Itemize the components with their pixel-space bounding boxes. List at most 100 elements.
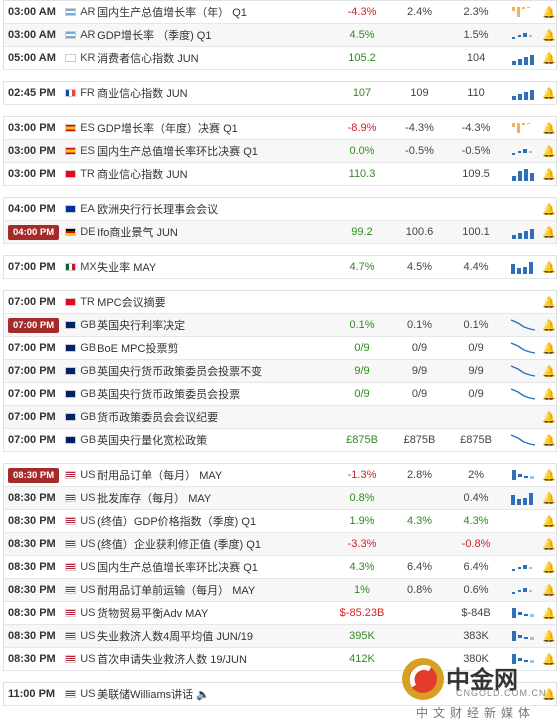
- history-sparkline-icon[interactable]: [510, 295, 536, 309]
- bell-icon[interactable]: 🔔: [542, 561, 556, 574]
- history-sparkline-icon[interactable]: [510, 583, 536, 597]
- bell-icon[interactable]: 🔔: [542, 203, 556, 216]
- event-row[interactable]: 07:00 PM MX 失业率 MAY 4.7% 4.5% 4.4% 🔔: [4, 256, 556, 279]
- event-name[interactable]: 消费者信心指数 JUN: [97, 50, 333, 66]
- event-row[interactable]: 07:00 PM GB 英国央行量化宽松政策 £875B £875B £875B…: [4, 429, 556, 452]
- bell-icon[interactable]: 🔔: [542, 296, 556, 309]
- event-name[interactable]: 耐用品订单前运输（每月） MAY: [97, 582, 333, 598]
- bell-icon[interactable]: 🔔: [542, 434, 556, 447]
- event-row[interactable]: 07:00 PM TR MPC会议摘要 🔔: [4, 291, 556, 314]
- event-row[interactable]: 08:30 PM US 批发库存（每月） MAY 0.8% 0.4% 🔔: [4, 487, 556, 510]
- bell-icon[interactable]: 🔔: [542, 6, 556, 19]
- event-name[interactable]: 国内生产总值增长率环比决赛 Q1: [97, 143, 333, 159]
- event-name[interactable]: 英国央行利率决定: [97, 317, 333, 333]
- event-row[interactable]: 02:45 PM FR 商业信心指数 JUN 107 109 110 🔔: [4, 82, 556, 105]
- history-sparkline-icon[interactable]: [510, 28, 536, 42]
- bell-icon[interactable]: 🔔: [542, 145, 556, 158]
- event-row[interactable]: 08:30 PM US 国内生产总值增长率环比决赛 Q1 4.3% 6.4% 6…: [4, 556, 556, 579]
- event-name[interactable]: GDP增长率（年度）决赛 Q1: [97, 120, 333, 136]
- event-name[interactable]: 英国央行货币政策委员会投票不变: [97, 363, 333, 379]
- bell-icon[interactable]: 🔔: [542, 87, 556, 100]
- bell-icon[interactable]: 🔔: [542, 365, 556, 378]
- event-row[interactable]: 03:00 AM AR GDP增长率 （季度) Q1 4.5% 1.5% 🔔: [4, 24, 556, 47]
- event-name[interactable]: 货币政策委员会会议纪要: [97, 409, 333, 425]
- event-name[interactable]: BoE MPC投票剪: [97, 340, 333, 356]
- event-row[interactable]: 07:00 PM GB 英国央行货币政策委员会投票不变 9/9 9/9 9/9 …: [4, 360, 556, 383]
- event-row[interactable]: 03:00 AM AR 国内生产总值增长率（年） Q1 -4.3% 2.4% 2…: [4, 1, 556, 24]
- bell-icon[interactable]: 🔔: [542, 52, 556, 65]
- event-name[interactable]: MPC会议摘要: [97, 294, 333, 310]
- history-sparkline-icon[interactable]: [510, 433, 536, 447]
- event-name[interactable]: GDP增长率 （季度) Q1: [97, 27, 333, 43]
- event-name[interactable]: 失业救济人数4周平均值 JUN/19: [97, 628, 333, 644]
- event-row[interactable]: 08:30 PM US 失业救济人数4周平均值 JUN/19 395K 383K…: [4, 625, 556, 648]
- event-name[interactable]: Ifo商业景气 JUN: [97, 224, 333, 240]
- bell-icon[interactable]: 🔔: [542, 168, 556, 181]
- history-sparkline-icon[interactable]: [510, 86, 536, 100]
- event-name[interactable]: (终值）企业获利修正值 (季度) Q1: [97, 536, 333, 552]
- event-name[interactable]: 失业率 MAY: [97, 259, 333, 275]
- bell-icon[interactable]: 🔔: [542, 538, 556, 551]
- history-sparkline-icon[interactable]: [510, 629, 536, 643]
- event-row[interactable]: 08:30 PM US 货物贸易平衡Adv MAY $-85.23B $-84B…: [4, 602, 556, 625]
- history-sparkline-icon[interactable]: [510, 364, 536, 378]
- bell-icon[interactable]: 🔔: [542, 226, 556, 239]
- history-sparkline-icon[interactable]: [510, 144, 536, 158]
- event-row[interactable]: 03:00 PM ES 国内生产总值增长率环比决赛 Q1 0.0% -0.5% …: [4, 140, 556, 163]
- event-row[interactable]: 07:00 PM GB 英国央行利率决定 0.1% 0.1% 0.1% 🔔: [4, 314, 556, 337]
- history-sparkline-icon[interactable]: [510, 121, 536, 135]
- event-name[interactable]: 商业信心指数 JUN: [97, 166, 333, 182]
- history-sparkline-icon[interactable]: [510, 491, 536, 505]
- event-name[interactable]: 英国央行货币政策委员会投票: [97, 386, 333, 402]
- history-sparkline-icon[interactable]: [510, 260, 536, 274]
- event-row[interactable]: 07:00 PM GB 货币政策委员会会议纪要 🔔: [4, 406, 556, 429]
- history-sparkline-icon[interactable]: [510, 537, 536, 551]
- bell-icon[interactable]: 🔔: [542, 469, 556, 482]
- history-sparkline-icon[interactable]: [510, 318, 536, 332]
- history-sparkline-icon[interactable]: [510, 468, 536, 482]
- bell-icon[interactable]: 🔔: [542, 319, 556, 332]
- event-name[interactable]: (终值）GDP价格指数（季度) Q1: [97, 513, 333, 529]
- event-name[interactable]: 美联储Williams讲话 🔈: [97, 686, 333, 702]
- event-name[interactable]: 欧洲央行行长理事会会议: [97, 201, 333, 217]
- event-name[interactable]: 耐用品订单（每月） MAY: [97, 467, 333, 483]
- history-sparkline-icon[interactable]: [510, 410, 536, 424]
- event-row[interactable]: 05:00 AM KR 消费者信心指数 JUN 105.2 104 🔔: [4, 47, 556, 70]
- bell-icon[interactable]: 🔔: [542, 515, 556, 528]
- bell-icon[interactable]: 🔔: [542, 29, 556, 42]
- event-row[interactable]: 07:00 PM GB 英国央行货币政策委员会投票 0/9 0/9 0/9 🔔: [4, 383, 556, 406]
- bell-icon[interactable]: 🔔: [542, 411, 556, 424]
- event-name[interactable]: 首次申请失业救济人数 19/JUN: [97, 651, 333, 667]
- event-name[interactable]: 国内生产总值增长率（年） Q1: [97, 4, 333, 20]
- history-sparkline-icon[interactable]: [510, 606, 536, 620]
- bell-icon[interactable]: 🔔: [542, 630, 556, 643]
- event-name[interactable]: 货物贸易平衡Adv MAY: [97, 605, 333, 621]
- event-name[interactable]: 英国央行量化宽松政策: [97, 432, 333, 448]
- history-sparkline-icon[interactable]: [510, 225, 536, 239]
- history-sparkline-icon[interactable]: [510, 560, 536, 574]
- history-sparkline-icon[interactable]: [510, 341, 536, 355]
- event-row[interactable]: 08:30 PM US (终值）GDP价格指数（季度) Q1 1.9% 4.3%…: [4, 510, 556, 533]
- event-row[interactable]: 03:00 PM ES GDP增长率（年度）决赛 Q1 -8.9% -4.3% …: [4, 117, 556, 140]
- speaker-icon[interactable]: 🔈: [196, 689, 210, 701]
- history-sparkline-icon[interactable]: [510, 387, 536, 401]
- history-sparkline-icon[interactable]: [510, 202, 536, 216]
- event-name[interactable]: 商业信心指数 JUN: [97, 85, 333, 101]
- event-name[interactable]: 批发库存（每月） MAY: [97, 490, 333, 506]
- event-row[interactable]: 03:00 PM TR 商业信心指数 JUN 110.3 109.5 🔔: [4, 163, 556, 186]
- event-row[interactable]: 04:00 PM DE Ifo商业景气 JUN 99.2 100.6 100.1…: [4, 221, 556, 244]
- bell-icon[interactable]: 🔔: [542, 342, 556, 355]
- history-sparkline-icon[interactable]: [510, 5, 536, 19]
- event-row[interactable]: 04:00 PM EA 欧洲央行行长理事会会议 🔔: [4, 198, 556, 221]
- event-row[interactable]: 08:30 PM US 耐用品订单前运输（每月） MAY 1% 0.8% 0.6…: [4, 579, 556, 602]
- history-sparkline-icon[interactable]: [510, 167, 536, 181]
- event-row[interactable]: 08:30 PM US (终值）企业获利修正值 (季度) Q1 -3.3% -0…: [4, 533, 556, 556]
- bell-icon[interactable]: 🔔: [542, 261, 556, 274]
- event-name[interactable]: 国内生产总值增长率环比决赛 Q1: [97, 559, 333, 575]
- history-sparkline-icon[interactable]: [510, 514, 536, 528]
- event-row[interactable]: 08:30 PM US 耐用品订单（每月） MAY -1.3% 2.8% 2% …: [4, 464, 556, 487]
- bell-icon[interactable]: 🔔: [542, 122, 556, 135]
- bell-icon[interactable]: 🔔: [542, 492, 556, 505]
- bell-icon[interactable]: 🔔: [542, 388, 556, 401]
- bell-icon[interactable]: 🔔: [542, 584, 556, 597]
